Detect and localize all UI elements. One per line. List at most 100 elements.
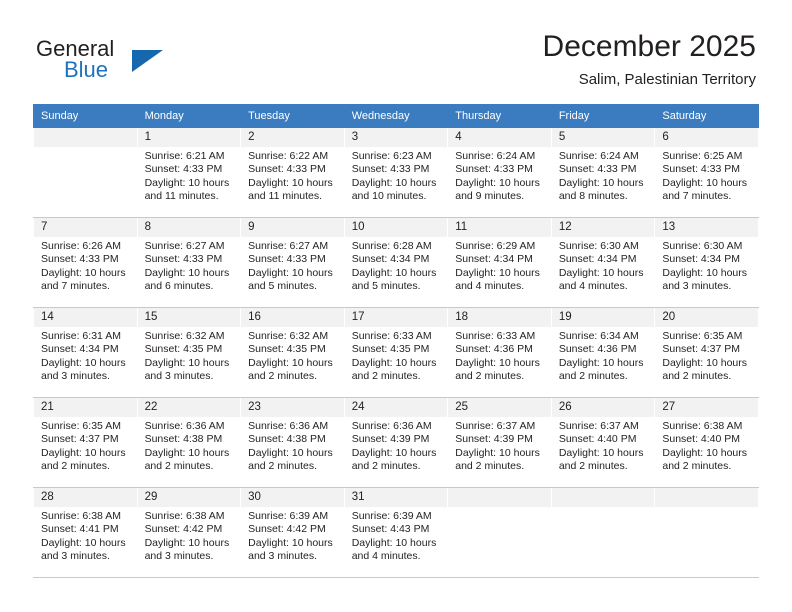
- daylight-text: Daylight: 10 hours: [248, 536, 333, 549]
- sun-info: Sunrise: 6:33 AM Sunset: 4:36 PM Daylight:…: [448, 327, 551, 384]
- calendar-day-cell[interactable]: 25 Sunrise: 6:37 AM Sunset: 4:39 PM Dayligh…: [447, 397, 552, 488]
- day-number: 9: [241, 218, 344, 237]
- daylight-text: Daylight: 10 hours: [351, 266, 437, 279]
- sunrise-text: Sunrise: 6:35 AM: [41, 420, 121, 432]
- calendar-day-cell[interactable]: 31 Sunrise: 6:39 AM Sunset: 4:43 PM Dayligh…: [343, 487, 449, 578]
- calendar-day-cell[interactable]: 29 Sunrise: 6:38 AM Sunset: 4:42 PM Dayligh…: [136, 487, 242, 578]
- calendar-day-cell[interactable]: 27 Sunrise: 6:38 AM Sunset: 4:40 PM Dayligh…: [654, 397, 759, 488]
- calendar-body: 1 Sunrise: 6:21 AM Sunset: 4:33 PM Daylight…: [33, 127, 759, 578]
- calendar-day-cell[interactable]: 18 Sunrise: 6:33 AM Sunset: 4:36 PM Dayligh…: [447, 307, 552, 398]
- daylight-text-cont: and 5 minutes.: [351, 280, 421, 293]
- day-number: 15: [137, 308, 241, 327]
- day-cell-inner: 11 Sunrise: 6:29 AM Sunset: 4:34 PM Dayligh…: [448, 218, 551, 307]
- weekday-header-friday: Friday: [550, 104, 656, 128]
- daylight-text-cont: and 3 minutes.: [41, 550, 110, 563]
- calendar-day-cell[interactable]: 6 Sunrise: 6:25 AM Sunset: 4:33 PM Daylight…: [654, 127, 759, 218]
- weekday-header-thursday: Thursday: [447, 104, 552, 128]
- calendar-day-cell[interactable]: 26 Sunrise: 6:37 AM Sunset: 4:40 PM Dayligh…: [550, 397, 656, 488]
- calendar-day-cell[interactable]: 2 Sunrise: 6:22 AM Sunset: 4:33 PM Daylight…: [240, 127, 345, 218]
- title-block: December 2025 Salim, Palestinian Territo…: [543, 28, 756, 91]
- weekday-header-monday: Monday: [136, 104, 242, 128]
- sunset-text: Sunset: 4:35 PM: [248, 343, 326, 356]
- calendar-day-cell[interactable]: 12 Sunrise: 6:30 AM Sunset: 4:34 PM Dayligh…: [550, 217, 656, 308]
- sun-info: Sunrise: 6:34 AM Sunset: 4:36 PM Daylight:…: [552, 327, 655, 384]
- daylight-text: Daylight: 10 hours: [248, 356, 333, 369]
- sun-info: Sunrise: 6:27 AM Sunset: 4:33 PM Daylight:…: [241, 237, 344, 294]
- day-cell-inner: 10 Sunrise: 6:28 AM Sunset: 4:34 PM Dayligh…: [344, 218, 448, 307]
- sun-info: Sunrise: 6:36 AM Sunset: 4:39 PM Daylight:…: [345, 417, 448, 474]
- calendar-day-cell[interactable]: 4 Sunrise: 6:24 AM Sunset: 4:33 PM Daylight…: [447, 127, 552, 218]
- day-cell-inner: 14 Sunrise: 6:31 AM Sunset: 4:34 PM Dayligh…: [34, 308, 137, 397]
- daylight-text-cont: and 2 minutes.: [351, 370, 421, 383]
- daylight-text-cont: and 11 minutes.: [248, 190, 323, 203]
- weekday-header-wednesday: Wednesday: [343, 104, 449, 128]
- day-number: [551, 488, 655, 507]
- sunset-text: Sunset: 4:34 PM: [558, 253, 637, 266]
- calendar-day-cell[interactable]: 20 Sunrise: 6:35 AM Sunset: 4:37 PM Dayligh…: [654, 307, 759, 398]
- sunrise-text: Sunrise: 6:33 AM: [351, 330, 432, 342]
- daylight-text-cont: and 7 minutes.: [662, 190, 732, 203]
- calendar-day-cell[interactable]: 15 Sunrise: 6:32 AM Sunset: 4:35 PM Dayligh…: [136, 307, 242, 398]
- day-number: 3: [344, 128, 448, 147]
- daylight-text-cont: and 2 minutes.: [662, 460, 732, 473]
- calendar-day-cell[interactable]: 8 Sunrise: 6:27 AM Sunset: 4:33 PM Daylight…: [136, 217, 242, 308]
- calendar-day-cell[interactable]: 3 Sunrise: 6:23 AM Sunset: 4:33 PM Daylight…: [343, 127, 449, 218]
- calendar-day-cell[interactable]: 22 Sunrise: 6:36 AM Sunset: 4:38 PM Dayligh…: [136, 397, 242, 488]
- calendar-day-cell[interactable]: 19 Sunrise: 6:34 AM Sunset: 4:36 PM Dayligh…: [550, 307, 656, 398]
- general-blue-logo[interactable]: General Blue: [36, 36, 226, 92]
- day-number: 23: [241, 398, 344, 417]
- day-cell-inner: 16 Sunrise: 6:32 AM Sunset: 4:35 PM Dayligh…: [241, 308, 344, 397]
- day-number: 13: [655, 218, 758, 237]
- day-number: 28: [34, 488, 137, 507]
- daylight-text: Daylight: 10 hours: [144, 536, 230, 549]
- calendar-day-cell[interactable]: 14 Sunrise: 6:31 AM Sunset: 4:34 PM Dayligh…: [33, 307, 138, 398]
- day-cell-inner: 15 Sunrise: 6:32 AM Sunset: 4:35 PM Dayligh…: [137, 308, 241, 397]
- daylight-text: Daylight: 10 hours: [351, 176, 437, 189]
- day-cell-inner: 19 Sunrise: 6:34 AM Sunset: 4:36 PM Dayligh…: [551, 308, 655, 397]
- day-cell-inner: 17 Sunrise: 6:33 AM Sunset: 4:35 PM Dayligh…: [344, 308, 448, 397]
- day-cell-inner: 5 Sunrise: 6:24 AM Sunset: 4:33 PM Daylight…: [551, 128, 655, 217]
- daylight-text-cont: and 4 minutes.: [351, 550, 421, 563]
- calendar-week-row: 28 Sunrise: 6:38 AM Sunset: 4:41 PM Dayligh…: [33, 487, 759, 578]
- day-cell-inner: 18 Sunrise: 6:33 AM Sunset: 4:36 PM Dayligh…: [448, 308, 551, 397]
- calendar-day-cell[interactable]: 11 Sunrise: 6:29 AM Sunset: 4:34 PM Dayligh…: [447, 217, 552, 308]
- calendar-day-cell[interactable]: 23 Sunrise: 6:36 AM Sunset: 4:38 PM Dayligh…: [240, 397, 345, 488]
- calendar-day-cell[interactable]: 16 Sunrise: 6:32 AM Sunset: 4:35 PM Dayligh…: [240, 307, 345, 398]
- calendar-day-cell[interactable]: 28 Sunrise: 6:38 AM Sunset: 4:41 PM Dayligh…: [33, 487, 138, 578]
- sunset-text: Sunset: 4:33 PM: [41, 253, 119, 266]
- sun-info: Sunrise: 6:35 AM Sunset: 4:37 PM Daylight:…: [655, 327, 758, 384]
- daylight-text-cont: and 2 minutes.: [144, 460, 214, 473]
- sunrise-text: Sunrise: 6:25 AM: [662, 150, 743, 162]
- sunrise-text: Sunrise: 6:36 AM: [351, 420, 432, 432]
- calendar-day-cell[interactable]: 24 Sunrise: 6:36 AM Sunset: 4:39 PM Dayligh…: [343, 397, 449, 488]
- day-number: 31: [344, 488, 448, 507]
- calendar-empty-cell: [33, 127, 138, 218]
- calendar-day-cell[interactable]: 13 Sunrise: 6:30 AM Sunset: 4:34 PM Dayligh…: [654, 217, 759, 308]
- calendar-day-cell[interactable]: 1 Sunrise: 6:21 AM Sunset: 4:33 PM Daylight…: [136, 127, 242, 218]
- day-number: 21: [34, 398, 137, 417]
- daylight-text: Daylight: 10 hours: [455, 356, 540, 369]
- sunset-text: Sunset: 4:33 PM: [248, 253, 326, 266]
- sunrise-text: Sunrise: 6:38 AM: [144, 510, 225, 522]
- daylight-text: Daylight: 10 hours: [351, 536, 437, 549]
- calendar-page: General Blue December 2025 Salim, Palest…: [0, 0, 792, 612]
- day-number: 24: [344, 398, 448, 417]
- calendar-day-cell[interactable]: 10 Sunrise: 6:28 AM Sunset: 4:34 PM Dayligh…: [343, 217, 449, 308]
- day-cell-inner: 27 Sunrise: 6:38 AM Sunset: 4:40 PM Dayligh…: [655, 398, 758, 487]
- calendar-day-cell[interactable]: 30 Sunrise: 6:39 AM Sunset: 4:42 PM Dayligh…: [240, 487, 345, 578]
- day-cell-inner: 26 Sunrise: 6:37 AM Sunset: 4:40 PM Dayligh…: [551, 398, 655, 487]
- triangle-logo-icon: [132, 50, 163, 72]
- sunrise-text: Sunrise: 6:36 AM: [144, 420, 225, 432]
- daylight-text: Daylight: 10 hours: [248, 266, 333, 279]
- calendar-day-cell[interactable]: 5 Sunrise: 6:24 AM Sunset: 4:33 PM Daylight…: [550, 127, 656, 218]
- calendar-day-cell[interactable]: 21 Sunrise: 6:35 AM Sunset: 4:37 PM Dayligh…: [33, 397, 138, 488]
- daylight-text: Daylight: 10 hours: [662, 176, 748, 189]
- calendar-day-cell[interactable]: 17 Sunrise: 6:33 AM Sunset: 4:35 PM Dayligh…: [343, 307, 449, 398]
- day-cell-inner: [655, 488, 758, 577]
- sun-info: Sunrise: 6:30 AM Sunset: 4:34 PM Daylight:…: [655, 237, 758, 294]
- calendar-week-row: 21 Sunrise: 6:35 AM Sunset: 4:37 PM Dayligh…: [33, 397, 759, 488]
- calendar-day-cell[interactable]: 7 Sunrise: 6:26 AM Sunset: 4:33 PM Daylight…: [33, 217, 138, 308]
- sunset-text: Sunset: 4:38 PM: [144, 433, 223, 446]
- day-number: 27: [655, 398, 758, 417]
- calendar-day-cell[interactable]: 9 Sunrise: 6:27 AM Sunset: 4:33 PM Daylight…: [240, 217, 345, 308]
